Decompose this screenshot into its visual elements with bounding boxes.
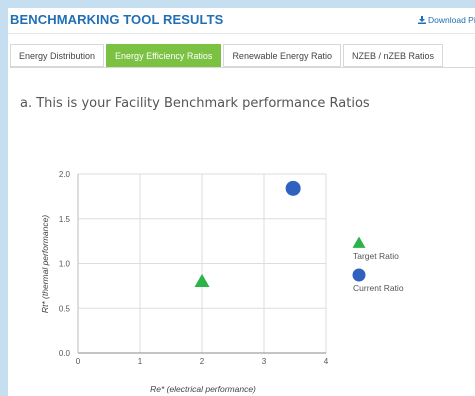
x-tick-label: 3 — [262, 357, 267, 366]
legend-circle-icon — [352, 268, 366, 282]
chart-marks — [194, 180, 301, 288]
x-tick-label: 1 — [138, 357, 143, 366]
chart-grid — [77, 173, 327, 354]
y-tick-label: 1.5 — [59, 215, 71, 224]
x-tick-label: 2 — [200, 357, 205, 366]
current-ratio-point — [285, 180, 301, 196]
chart-legend: Target Ratio Current Ratio — [352, 236, 404, 293]
y-tick-label: 0.0 — [59, 349, 71, 358]
y-tick-label: 0.5 — [59, 304, 71, 313]
chart-ticks: 0 1 2 3 4 0.0 0.5 1.0 1.5 2.0 — [59, 170, 329, 366]
y-axis-label: Rt* (thermal performance) — [40, 215, 50, 313]
y-tick-label: 1.0 — [59, 260, 71, 269]
target-ratio-point — [194, 273, 210, 288]
x-tick-label: 0 — [76, 357, 81, 366]
legend-triangle-icon — [352, 236, 366, 248]
legend-label: Current Ratio — [353, 283, 404, 293]
y-tick-label: 2.0 — [59, 170, 71, 179]
x-axis-label: Re* (electrical performance) — [150, 384, 256, 394]
x-tick-label: 4 — [324, 357, 329, 366]
legend-label: Target Ratio — [353, 251, 399, 261]
scatter-chart: 0 1 2 3 4 0.0 0.5 1.0 1.5 2.0 Re* (electrical per… — [40, 170, 404, 394]
